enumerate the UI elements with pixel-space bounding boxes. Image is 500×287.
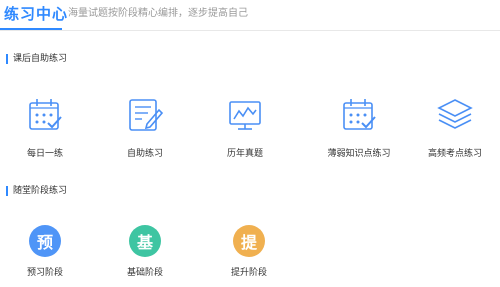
practice-daily[interactable]: 每日一练 xyxy=(0,96,90,160)
practice-past-exams[interactable]: 历年真题 xyxy=(200,96,290,160)
practice-self[interactable]: 自助练习 xyxy=(100,96,190,160)
item-label: 历年真题 xyxy=(226,149,263,159)
practice-frequent-points[interactable]: 高频考点练习 xyxy=(410,96,500,160)
calendar-check-icon xyxy=(29,99,62,130)
item-label: 每日一练 xyxy=(26,149,63,159)
item-label: 自助练习 xyxy=(126,149,163,159)
calendar-check-icon xyxy=(343,99,376,130)
page-subtitle: 海量试题按阶段精心编排，逐步提高自己 xyxy=(68,8,248,19)
page-header: 练习中心 海量试题按阶段精心编排，逐步提高自己 xyxy=(0,0,500,31)
stage-basic[interactable]: 基 基础阶段 xyxy=(100,225,190,279)
title-underline xyxy=(0,28,62,30)
item-label: 基础阶段 xyxy=(126,268,163,278)
advanced-badge: 提 xyxy=(233,225,265,257)
preview-badge: 预 xyxy=(29,225,61,257)
basic-badge: 基 xyxy=(129,225,161,257)
page-title: 练习中心 xyxy=(4,5,69,23)
monitor-chart-icon xyxy=(229,101,261,130)
item-label: 薄弱知识点练习 xyxy=(327,149,391,159)
section-title-stage-practice: 随堂阶段练习 xyxy=(6,185,67,197)
layers-icon xyxy=(437,99,473,129)
section-title-self-practice: 课后自助练习 xyxy=(6,53,67,65)
item-label: 预习阶段 xyxy=(26,268,63,278)
practice-weak-points[interactable]: 薄弱知识点练习 xyxy=(314,96,404,160)
stage-advanced[interactable]: 提 提升阶段 xyxy=(204,225,294,279)
stage-preview[interactable]: 预 预习阶段 xyxy=(0,225,90,279)
document-pen-icon xyxy=(129,99,164,131)
item-label: 提升阶段 xyxy=(230,268,267,278)
item-label: 高频考点练习 xyxy=(427,149,482,159)
